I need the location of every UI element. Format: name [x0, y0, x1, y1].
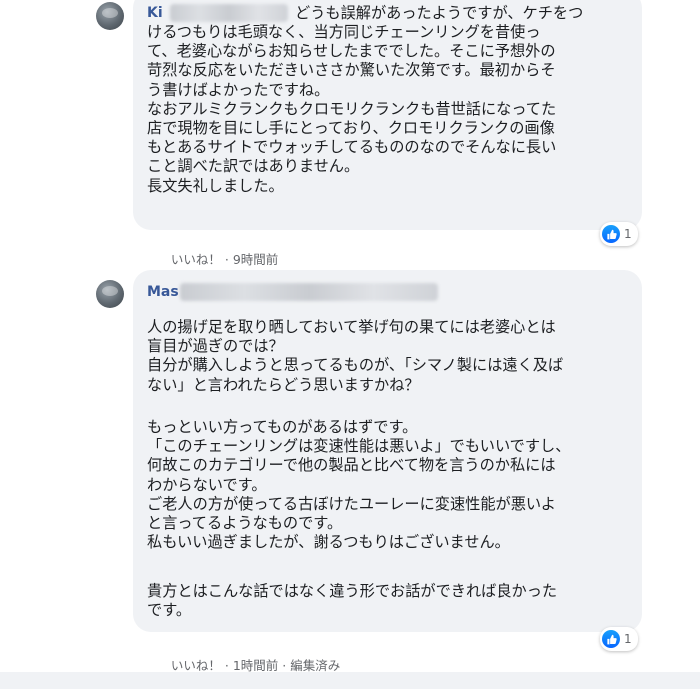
comments-panel: Ki どうも誤解があったようですが、ケチをつ けるつもりは毛頭なく、当方同じチェ…: [0, 0, 700, 673]
separator: ·: [224, 658, 229, 673]
comment-actions: いいね！ · 1時間前 · 編集済み: [147, 640, 340, 689]
comment-paragraph: 貴方とはこんな話ではなく違う形でお話ができれば良かった です。: [147, 582, 558, 620]
timestamp[interactable]: 1時間前: [233, 658, 278, 673]
edited-label[interactable]: 編集済み: [290, 658, 340, 673]
separator: ·: [282, 658, 287, 673]
reaction-count: 1: [624, 632, 632, 646]
redacted-name: [180, 283, 438, 301]
like-link[interactable]: いいね！: [171, 658, 221, 673]
reaction-summary[interactable]: 1: [600, 627, 638, 651]
reaction-count: 1: [624, 227, 632, 241]
comment-author[interactable]: Mas: [147, 284, 179, 300]
redacted-name: [170, 4, 288, 22]
like-link[interactable]: いいね！: [171, 252, 221, 267]
avatar[interactable]: [96, 2, 124, 30]
like-thumb-icon: [602, 225, 620, 243]
like-thumb-icon: [602, 630, 620, 648]
separator: ·: [224, 252, 229, 267]
comment-paragraph: 人の揚げ足を取り晒しておいて挙げ句の果てには老婆心とは 盲目が過ぎのでは？ 自分…: [147, 318, 564, 394]
reaction-summary[interactable]: 1: [600, 222, 638, 246]
comment-text-line-1: どうも誤解があったようですが、ケチをつ: [295, 4, 584, 22]
comment-text: けるつもりは毛頭なく、当方同じチェーンリングを昔使っ て、老婆心ながらお知らせし…: [147, 23, 557, 195]
comment-paragraph: もっといい方ってものがあるはずです。 「このチェーンリングは変速性能は悪いよ」で…: [147, 418, 571, 552]
timestamp[interactable]: 9時間前: [233, 252, 278, 267]
comment-author[interactable]: Ki: [147, 5, 163, 21]
avatar[interactable]: [96, 280, 124, 308]
